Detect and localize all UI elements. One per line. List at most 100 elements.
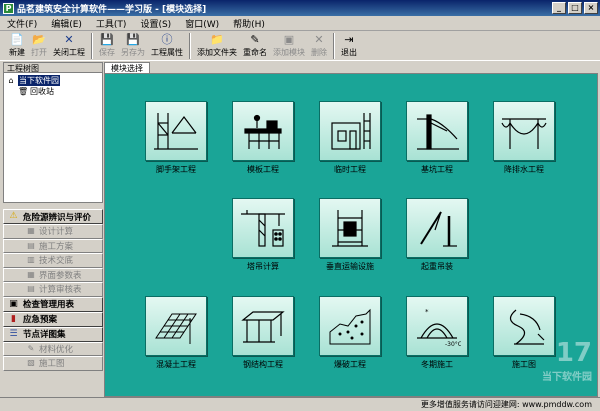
scaffold-icon	[154, 113, 198, 150]
concrete-icon	[155, 313, 197, 344]
warning-icon: ⚠	[9, 211, 18, 221]
table-icon: ▦	[27, 269, 35, 279]
module-blasting[interactable]: 爆破工程	[319, 296, 381, 370]
module-tower-crane[interactable]: 塔吊计算	[232, 198, 294, 272]
close-button[interactable]: ×	[584, 2, 598, 14]
add-folder-button[interactable]: 📁 添加文件夹	[194, 33, 240, 58]
nav-technical-briefing[interactable]: ▥ 技术交底	[3, 253, 103, 268]
menu-window[interactable]: 窗口(W)	[182, 17, 222, 30]
house-icon: ⌂	[8, 76, 14, 85]
nav-inspection-forms[interactable]: ▣ 检查管理用表	[3, 296, 103, 312]
formwork-icon	[244, 114, 282, 149]
nav-material-optimization[interactable]: ✎ 材料优化	[3, 341, 103, 356]
foundation-pit-icon	[417, 114, 459, 150]
project-tree[interactable]: ⌂ 当下软件园 🗑 回收站	[3, 73, 103, 203]
main-area: 模块选择 脚手架工程 模板工程 临时工程 基坑工程 降排水工程 塔吊计算 垂直运…	[104, 62, 598, 397]
recycle-bin-icon: 🗑	[18, 87, 29, 96]
save-button[interactable]: 💾 保存	[96, 33, 118, 58]
add-module-button[interactable]: ▣ 添加模块	[270, 33, 308, 58]
add-module-icon: ▣	[283, 33, 295, 46]
new-file-icon: 📄	[10, 33, 24, 46]
maximize-button[interactable]: □	[568, 2, 582, 14]
module-formwork[interactable]: 模板工程	[232, 101, 294, 175]
project-properties-button[interactable]: ⓘ 工程属性	[148, 33, 186, 58]
folder-icon: ▣	[9, 298, 18, 309]
menu-file[interactable]: 文件(F)	[4, 17, 40, 30]
hoist-icon	[332, 210, 368, 247]
stack-icon: ☰	[9, 328, 18, 339]
svg-text:-30°C: -30°C	[445, 341, 461, 348]
lifting-icon	[420, 211, 457, 247]
title-bar[interactable]: P 品茗建筑安全计算软件——学习版 - [模块选择] _ □ ×	[0, 0, 600, 16]
tree-item-project[interactable]: ⌂ 当下软件园	[6, 75, 100, 86]
open-button[interactable]: 📂 打开	[28, 33, 50, 58]
blasting-icon	[329, 308, 371, 345]
module-lifting[interactable]: 起重吊装	[406, 198, 468, 272]
pencil-icon: ✎	[27, 343, 35, 353]
project-tree-header: 工程树图	[3, 62, 103, 73]
nav-calculation-review[interactable]: ▤ 计算审核表	[3, 282, 103, 297]
steel-structure-icon	[241, 311, 285, 343]
save-as-icon: 💾	[126, 33, 140, 46]
document-icon: ▤	[27, 240, 35, 250]
window-title: 品茗建筑安全计算软件——学习版 - [模块选择]	[17, 4, 207, 15]
module-temporary-works[interactable]: 临时工程	[319, 101, 381, 175]
svg-text:*: *	[425, 308, 429, 316]
tab-strip: 模块选择	[104, 62, 598, 73]
calculator-icon: ▦	[27, 226, 35, 236]
status-text: 更多增值服务请访问迎建网: www.pmddw.com	[420, 400, 592, 409]
toolbar-separator	[333, 33, 335, 59]
minimize-button[interactable]: _	[552, 2, 566, 14]
module-foundation-pit[interactable]: 基坑工程	[406, 101, 468, 175]
nav-construction-drawing[interactable]: ▧ 施工图	[3, 356, 103, 371]
left-panel: 工程树图 ⌂ 当下软件园 🗑 回收站 ⚠ 危险源辨识与评价 ▦ 设计计算 ▤ 施…	[3, 62, 103, 397]
exit-button[interactable]: ⇥ 退出	[338, 33, 360, 58]
module-concrete[interactable]: 混凝土工程	[145, 296, 207, 370]
rename-icon: ✎	[250, 33, 260, 46]
clipboard-icon: ▥	[27, 255, 35, 265]
menu-settings[interactable]: 设置(S)	[137, 17, 174, 30]
nav-emergency-plan[interactable]: ▮ 应急预案	[3, 311, 103, 327]
save-icon: 💾	[100, 33, 114, 46]
module-winter-construction[interactable]: * -30°C 冬期施工	[406, 296, 468, 370]
winter-construction-icon: * -30°C	[417, 308, 461, 348]
status-bar: 更多增值服务请访问迎建网: www.pmddw.com	[0, 397, 600, 411]
module-hoist[interactable]: 垂直运输设施	[319, 198, 381, 272]
toolbar-separator	[91, 33, 93, 59]
rename-button[interactable]: ✎ 重命名	[240, 33, 270, 58]
tab-module-selection[interactable]: 模块选择	[104, 62, 150, 73]
function-nav: ⚠ 危险源辨识与评价 ▦ 设计计算 ▤ 施工方案 ▥ 技术交底 ▦ 界面参数表 …	[3, 209, 103, 371]
menu-tools[interactable]: 工具(T)	[93, 17, 130, 30]
add-folder-icon: 📁	[210, 33, 224, 46]
dewatering-icon	[501, 118, 547, 149]
drawing-icon: ▧	[27, 358, 35, 368]
close-icon: ✕	[64, 33, 74, 46]
module-steel-structure[interactable]: 钢结构工程	[232, 296, 294, 370]
exit-icon: ⇥	[344, 33, 354, 46]
nav-node-details[interactable]: ☰ 节点详图集	[3, 326, 103, 342]
open-folder-icon: 📂	[32, 33, 46, 46]
toolbar: 📄 新建 📂 打开 ✕ 关闭工程 💾 保存 💾 另存为 ⓘ 工程属性 📁 添加文…	[0, 31, 600, 61]
menu-edit[interactable]: 编辑(E)	[48, 17, 85, 30]
nav-hazard-identification[interactable]: ⚠ 危险源辨识与评价	[3, 209, 103, 224]
delete-icon: ✕	[314, 33, 324, 46]
checklist-icon: ▤	[27, 284, 35, 294]
nav-parameter-table[interactable]: ▦ 界面参数表	[3, 267, 103, 282]
nav-construction-plan[interactable]: ▤ 施工方案	[3, 238, 103, 253]
save-as-button[interactable]: 💾 另存为	[118, 33, 148, 58]
info-icon: ⓘ	[161, 33, 173, 46]
module-construction-drawing[interactable]: 施工图	[493, 296, 555, 370]
module-scaffold[interactable]: 脚手架工程	[145, 101, 207, 175]
close-project-button[interactable]: ✕ 关闭工程	[50, 33, 88, 58]
app-logo-icon: P	[3, 2, 14, 14]
tree-item-recycle-bin[interactable]: 🗑 回收站	[6, 86, 100, 97]
book-icon: ▮	[11, 313, 16, 324]
module-dewatering[interactable]: 降排水工程	[493, 101, 555, 175]
new-button[interactable]: 📄 新建	[6, 33, 28, 58]
construction-drawing-icon	[509, 309, 545, 345]
nav-design-calculation[interactable]: ▦ 设计计算	[3, 224, 103, 239]
delete-button[interactable]: ✕ 删除	[308, 33, 330, 58]
temporary-works-icon	[331, 113, 371, 150]
menu-help[interactable]: 帮助(H)	[230, 17, 268, 30]
tower-crane-icon	[241, 210, 285, 247]
